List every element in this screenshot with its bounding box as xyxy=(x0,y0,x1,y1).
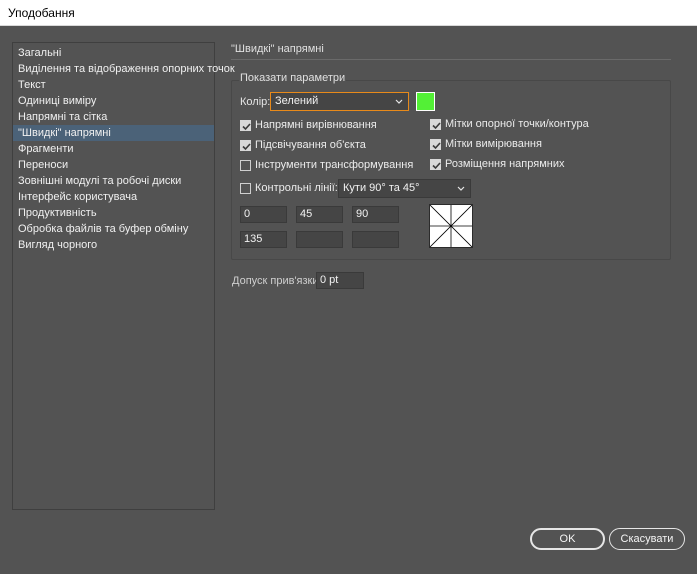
align-guides-checkbox[interactable]: Напрямні вирівнювання xyxy=(240,119,377,131)
checkbox-unchecked-icon xyxy=(240,182,251,194)
cancel-button[interactable]: Скасувати xyxy=(609,528,685,550)
anchor-labels-checkbox[interactable]: Мітки опорної точки/контура xyxy=(430,118,589,130)
angles-preview-icon xyxy=(429,204,473,248)
construction-guides-label: Контрольні лінії: xyxy=(255,182,338,194)
checkbox-checked-icon xyxy=(430,158,441,170)
sidebar-item-file-handling-clipboard[interactable]: Обробка файлів та буфер обміну xyxy=(13,221,214,237)
construction-guides-checkbox[interactable]: Контрольні лінії: xyxy=(240,182,338,194)
sidebar-item-units[interactable]: Одиниці виміру xyxy=(13,93,214,109)
color-select[interactable]: Зелений xyxy=(270,92,409,111)
measurement-labels-checkbox[interactable]: Мітки вимірювання xyxy=(430,138,542,150)
measurement-labels-label: Мітки вимірювання xyxy=(445,138,542,150)
guide-placement-checkbox[interactable]: Розміщення напрямних xyxy=(430,158,565,170)
sidebar-item-hyphenation[interactable]: Переноси xyxy=(13,157,214,173)
angles-select[interactable]: Кути 90° та 45° xyxy=(338,179,471,198)
angle-field-2[interactable]: 45 xyxy=(296,206,343,223)
angle-field-4[interactable]: 135 xyxy=(240,231,287,248)
sidebar-item-user-interface[interactable]: Інтерфейс користувача xyxy=(13,189,214,205)
section-divider xyxy=(231,59,671,60)
sidebar-item-smart-guides[interactable]: "Швидкі" напрямні xyxy=(13,125,214,141)
guide-placement-label: Розміщення напрямних xyxy=(445,158,565,170)
sidebar-item-selection-anchor-display[interactable]: Виділення та відображення опорних точок xyxy=(13,61,235,77)
checkbox-checked-icon xyxy=(430,138,441,150)
chevron-down-icon xyxy=(457,186,465,191)
color-select-value: Зелений xyxy=(275,95,319,107)
preferences-category-list[interactable]: Загальні Виділення та відображення опорн… xyxy=(12,42,235,510)
sidebar-item-performance[interactable]: Продуктивність xyxy=(13,205,214,221)
angle-field-6[interactable] xyxy=(352,231,399,248)
object-highlight-checkbox[interactable]: Підсвічування об'єкта xyxy=(240,139,366,151)
transform-tools-label: Інструменти трансформування xyxy=(255,159,414,171)
sidebar-item-plugins-scratch-disks[interactable]: Зовнішні модулі та робочі диски xyxy=(13,173,214,189)
sidebar-item-general[interactable]: Загальні xyxy=(13,45,214,61)
checkbox-checked-icon xyxy=(430,118,441,130)
sidebar-item-slices[interactable]: Фрагменти xyxy=(13,141,214,157)
snap-tolerance-field[interactable]: 0 pt xyxy=(316,272,364,289)
angles-select-value: Кути 90° та 45° xyxy=(343,182,420,194)
angle-field-3[interactable]: 90 xyxy=(352,206,399,223)
anchor-labels-label: Мітки опорної точки/контура xyxy=(445,118,589,130)
sidebar-item-type[interactable]: Текст xyxy=(13,77,214,93)
color-label: Колір: xyxy=(240,96,271,108)
title-bar: Уподобання xyxy=(0,0,697,26)
angles-preview xyxy=(429,204,473,248)
checkbox-unchecked-icon xyxy=(240,159,251,171)
sidebar-item-guides-grid[interactable]: Напрямні та сітка xyxy=(13,109,214,125)
transform-tools-checkbox[interactable]: Інструменти трансформування xyxy=(240,159,413,171)
checkbox-checked-icon xyxy=(240,119,251,131)
object-highlight-label: Підсвічування об'єкта xyxy=(255,139,366,151)
chevron-down-icon xyxy=(395,99,403,104)
color-swatch[interactable] xyxy=(416,92,435,111)
checkbox-checked-icon xyxy=(240,139,251,151)
section-title: "Швидкі" напрямні xyxy=(231,43,324,55)
window-title: Уподобання xyxy=(8,6,75,20)
align-guides-label: Напрямні вирівнювання xyxy=(255,119,377,131)
angle-field-5[interactable] xyxy=(296,231,343,248)
angle-field-1[interactable]: 0 xyxy=(240,206,287,223)
ok-button[interactable]: OK xyxy=(530,528,605,550)
group-title: Показати параметри xyxy=(239,72,347,84)
sidebar-item-appearance-of-black[interactable]: Вигляд чорного xyxy=(13,237,214,253)
snap-tolerance-label: Допуск прив'язки: xyxy=(232,275,322,287)
